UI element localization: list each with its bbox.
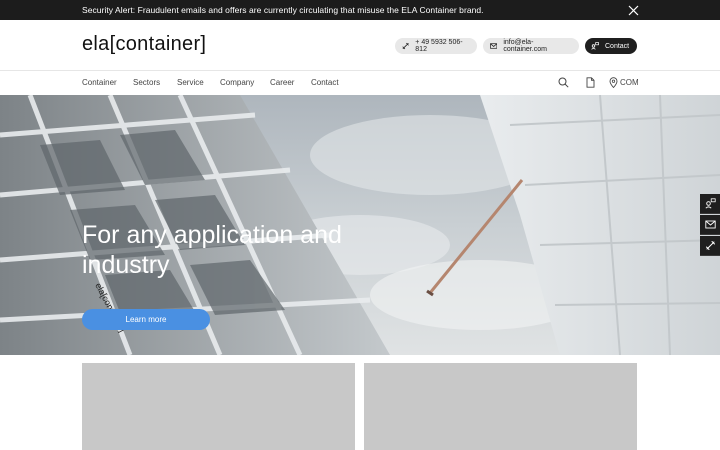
- chat-icon: [704, 198, 716, 209]
- email-button[interactable]: info@ela-container.com: [483, 38, 579, 54]
- site-logo[interactable]: ela[container]: [82, 33, 206, 56]
- search-icon[interactable]: [558, 77, 569, 88]
- nav-item-company[interactable]: Company: [220, 78, 254, 87]
- location-pin-icon: [609, 77, 618, 88]
- nav-item-contact[interactable]: Contact: [311, 78, 339, 87]
- close-icon[interactable]: [628, 5, 639, 16]
- side-tab-contact[interactable]: [700, 194, 720, 214]
- mail-icon: [490, 43, 498, 49]
- phone-icon: [705, 241, 715, 250]
- learn-more-button[interactable]: Learn more: [82, 309, 210, 330]
- phone-icon: [402, 42, 409, 50]
- security-alert-bar: Security Alert: Fraudulent emails and of…: [0, 0, 720, 20]
- nav-item-container[interactable]: Container: [82, 78, 117, 87]
- site-header: ela[container] + 49 5932 506-812 info@el…: [0, 20, 720, 71]
- phone-label: + 49 5932 506-812: [415, 39, 463, 53]
- content-card-left[interactable]: [82, 363, 355, 450]
- content-card-right[interactable]: [364, 363, 637, 450]
- document-icon[interactable]: [585, 77, 596, 88]
- security-alert-text: Security Alert: Fraudulent emails and of…: [82, 5, 484, 15]
- phone-button[interactable]: + 49 5932 506-812: [395, 38, 477, 54]
- side-tab-email[interactable]: [700, 215, 720, 235]
- hero-title: For any application and industry: [82, 221, 342, 279]
- language-label: COM: [620, 78, 639, 87]
- page: Security Alert: Fraudulent emails and of…: [0, 0, 720, 450]
- contact-label: Contact: [605, 42, 630, 50]
- nav-item-sectors[interactable]: Sectors: [133, 78, 160, 87]
- mail-icon: [704, 220, 716, 229]
- language-selector[interactable]: COM: [609, 77, 639, 88]
- contact-button[interactable]: Contact: [585, 38, 637, 54]
- email-label: info@ela-container.com: [503, 39, 547, 53]
- chat-icon: [591, 42, 599, 50]
- side-tab-phone[interactable]: [700, 236, 720, 256]
- main-navigation: Container Sectors Service Company Career…: [0, 71, 720, 95]
- nav-item-service[interactable]: Service: [177, 78, 204, 87]
- nav-item-career[interactable]: Career: [270, 78, 294, 87]
- hero-banner: ela[container] For any application and i…: [0, 95, 720, 355]
